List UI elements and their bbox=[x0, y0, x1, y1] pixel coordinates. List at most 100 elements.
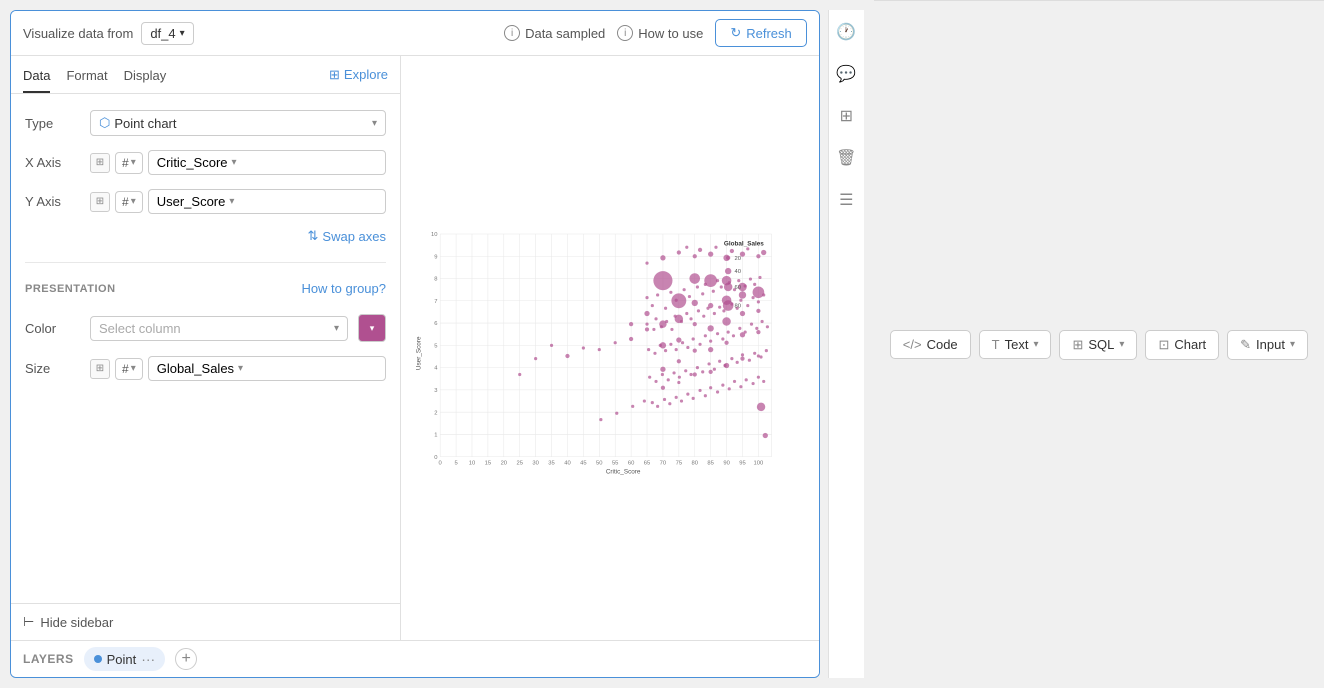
y-axis-type-select[interactable]: # ▾ bbox=[115, 191, 143, 213]
svg-text:25: 25 bbox=[516, 461, 522, 467]
right-sidebar: 🕐 💬 ⊞ 🗑 ☰ bbox=[828, 10, 864, 678]
divider bbox=[25, 262, 386, 263]
how-to-use-label: How to use bbox=[638, 26, 703, 41]
type-value: Point chart bbox=[114, 116, 368, 131]
color-chevron-icon: ▾ bbox=[334, 323, 339, 334]
bottom-toolbar: </> Code T Text ▾ ⊞ SQL ▾ ⊡ Chart ✎ Inpu… bbox=[874, 0, 1324, 688]
tab-data[interactable]: Data bbox=[23, 64, 50, 93]
svg-text:80: 80 bbox=[735, 304, 742, 310]
svg-text:55: 55 bbox=[612, 461, 618, 467]
df-select[interactable]: df_4 ▾ bbox=[141, 22, 193, 45]
color-label: Color bbox=[25, 321, 80, 336]
chat-icon[interactable]: 💬 bbox=[834, 62, 858, 86]
svg-text:30: 30 bbox=[532, 461, 539, 467]
chevron-down-icon: ▾ bbox=[180, 28, 185, 39]
info-icon: i bbox=[504, 25, 520, 41]
explore-label: Explore bbox=[344, 67, 388, 82]
svg-text:60: 60 bbox=[735, 285, 742, 291]
color-select[interactable]: Select column ▾ bbox=[90, 316, 348, 341]
svg-text:10: 10 bbox=[469, 461, 476, 467]
type-select[interactable]: ⬡ Point chart ▾ bbox=[90, 110, 386, 136]
hide-sidebar-button[interactable]: ⊢ Hide sidebar bbox=[11, 603, 400, 640]
header-right: i Data sampled i How to use ↻ Refresh bbox=[504, 19, 807, 47]
size-chevron-icon: ▾ bbox=[238, 363, 243, 374]
svg-text:5: 5 bbox=[454, 461, 457, 467]
svg-text:85: 85 bbox=[707, 461, 713, 467]
size-col-icon: ⊞ bbox=[90, 359, 110, 379]
tab-format[interactable]: Format bbox=[66, 64, 107, 93]
trash-icon[interactable]: 🗑 bbox=[834, 146, 858, 170]
scatter-chart: User_Score Critic_Score bbox=[411, 66, 809, 630]
svg-text:75: 75 bbox=[676, 461, 682, 467]
y-axis-row: Y Axis ⊞ # ▾ User_Score ▾ bbox=[25, 189, 386, 214]
hide-sidebar-icon: ⊢ bbox=[23, 614, 34, 630]
svg-text:70: 70 bbox=[660, 461, 667, 467]
explore-button[interactable]: ⊞ Explore bbox=[329, 67, 388, 91]
clock-icon[interactable]: 🕐 bbox=[834, 20, 858, 44]
x-axis-type-select[interactable]: # ▾ bbox=[115, 152, 143, 174]
y-axis-value-select[interactable]: User_Score ▾ bbox=[148, 189, 386, 214]
layers-bar: LAYERS Point ··· + bbox=[11, 640, 819, 677]
size-value-select[interactable]: Global_Sales ▾ bbox=[148, 356, 386, 381]
info-icon-2: i bbox=[617, 25, 633, 41]
size-type-value: # bbox=[122, 362, 129, 376]
refresh-label: Refresh bbox=[746, 26, 792, 41]
chart-label: Chart bbox=[1174, 337, 1206, 352]
svg-text:9: 9 bbox=[434, 254, 437, 260]
svg-text:100: 100 bbox=[754, 461, 764, 467]
code-button[interactable]: </> Code bbox=[890, 330, 971, 359]
color-swatch[interactable]: ▾ bbox=[358, 314, 386, 342]
svg-text:7: 7 bbox=[434, 299, 437, 305]
svg-text:80: 80 bbox=[692, 461, 699, 467]
panel-body: Data Format Display ⊞ Explore bbox=[11, 56, 819, 640]
text-button[interactable]: T Text ▾ bbox=[979, 330, 1052, 359]
table-icon[interactable]: ⊞ bbox=[834, 104, 858, 128]
x-axis-value-select[interactable]: Critic_Score ▾ bbox=[148, 150, 386, 175]
svg-text:0: 0 bbox=[434, 455, 438, 461]
x-axis-type-value: # bbox=[122, 156, 129, 170]
input-chevron-icon: ▾ bbox=[1290, 339, 1295, 350]
svg-text:20: 20 bbox=[735, 256, 742, 262]
data-sampled-label: Data sampled bbox=[525, 26, 605, 41]
svg-text:90: 90 bbox=[723, 461, 730, 467]
y-axis-value: User_Score bbox=[157, 194, 226, 209]
y-axis-col-icon: ⊞ bbox=[90, 192, 110, 212]
df-value: df_4 bbox=[150, 26, 175, 41]
input-button[interactable]: ✎ Input ▾ bbox=[1227, 330, 1308, 360]
panel-header: Visualize data from df_4 ▾ i Data sample… bbox=[11, 11, 819, 56]
text-label: Text bbox=[1005, 337, 1029, 352]
presentation-label: PRESENTATION bbox=[25, 283, 116, 295]
swap-axes-button[interactable]: ⇅ Swap axes bbox=[25, 228, 386, 244]
size-row: Size ⊞ # ▾ Global_Sales ▾ bbox=[25, 356, 386, 381]
menu-icon[interactable]: ☰ bbox=[834, 188, 858, 212]
svg-text:8: 8 bbox=[434, 277, 437, 283]
svg-text:35: 35 bbox=[548, 461, 554, 467]
data-sampled-button[interactable]: i Data sampled bbox=[504, 25, 605, 41]
y-axis-type-value: # bbox=[122, 195, 129, 209]
chart-area: User_Score Critic_Score bbox=[401, 56, 819, 640]
tab-display[interactable]: Display bbox=[124, 64, 167, 93]
sql-button[interactable]: ⊞ SQL ▾ bbox=[1059, 330, 1137, 360]
point-layer-tab[interactable]: Point ··· bbox=[84, 647, 166, 671]
chart-button[interactable]: ⊡ Chart bbox=[1145, 330, 1219, 360]
svg-text:15: 15 bbox=[485, 461, 491, 467]
svg-text:2: 2 bbox=[434, 410, 437, 416]
x-axis-title: Critic_Score bbox=[606, 469, 641, 476]
size-label: Size bbox=[25, 361, 80, 376]
svg-text:0: 0 bbox=[439, 461, 443, 467]
add-icon: + bbox=[182, 650, 191, 668]
refresh-button[interactable]: ↻ Refresh bbox=[715, 19, 806, 47]
y-axis-label: Y Axis bbox=[25, 194, 80, 209]
y-axis-type-chevron-icon: ▾ bbox=[131, 196, 136, 207]
svg-text:65: 65 bbox=[644, 461, 650, 467]
hide-sidebar-label: Hide sidebar bbox=[40, 615, 113, 630]
add-layer-button[interactable]: + bbox=[175, 648, 197, 670]
size-value: Global_Sales bbox=[157, 361, 234, 376]
how-to-use-button[interactable]: i How to use bbox=[617, 25, 703, 41]
type-chevron-icon: ▾ bbox=[372, 118, 377, 129]
size-type-select[interactable]: # ▾ bbox=[115, 358, 143, 380]
how-to-group-button[interactable]: How to group? bbox=[301, 281, 386, 296]
svg-text:45: 45 bbox=[580, 461, 586, 467]
point-tab-label: Point bbox=[107, 652, 137, 667]
sidebar-content: Type ⬡ Point chart ▾ X Axis ⊞ bbox=[11, 94, 400, 603]
